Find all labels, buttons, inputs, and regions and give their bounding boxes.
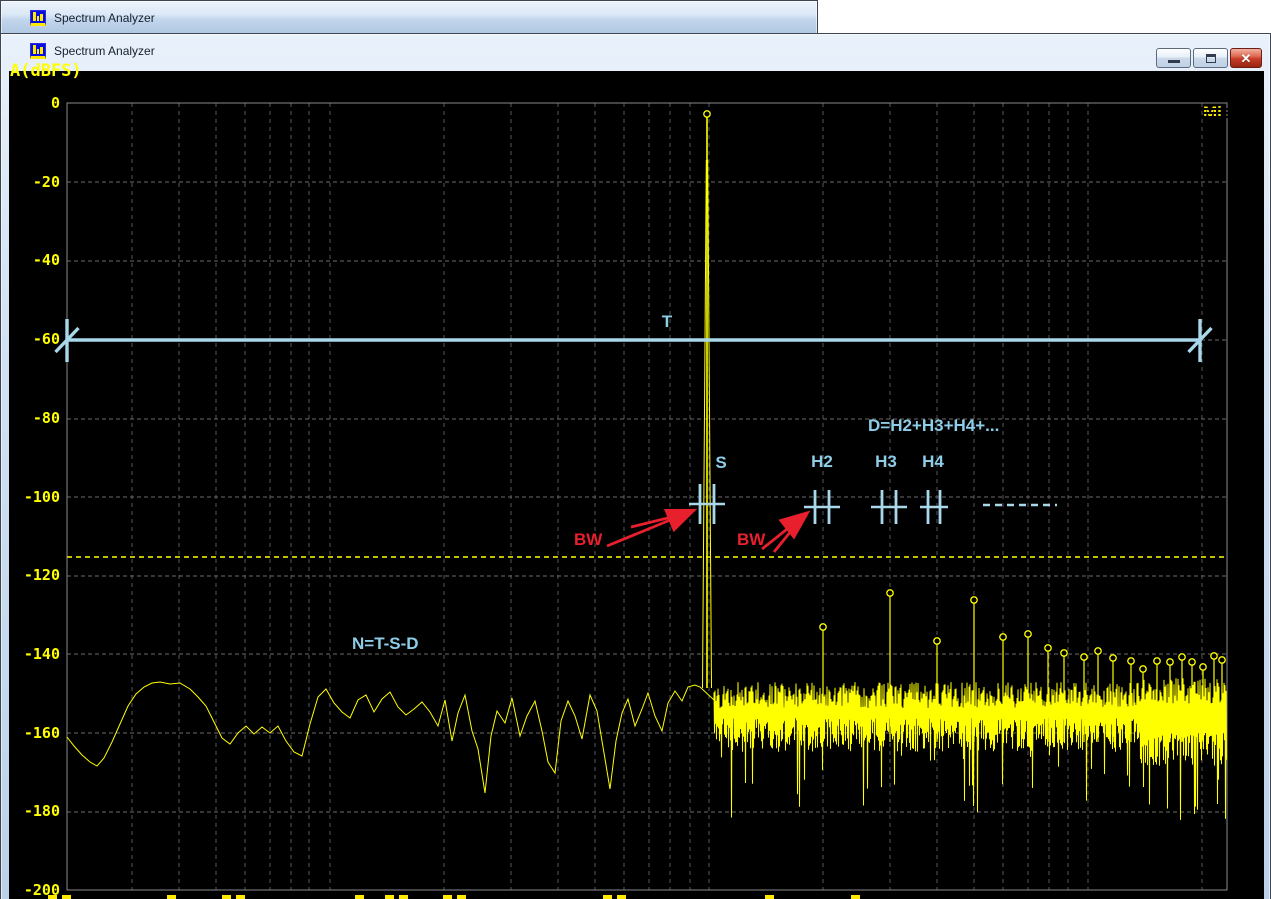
logo-stripe	[1203, 108, 1229, 110]
label-BW-right: BW	[737, 530, 765, 550]
y-tick-label: -100	[8, 488, 60, 506]
y-tick-label: 0	[8, 94, 60, 112]
y-tick-label: -180	[8, 802, 60, 820]
y-tick-label: -160	[8, 724, 60, 742]
mi-logo: Mi	[1203, 103, 1233, 123]
label-H4: H4	[917, 452, 949, 472]
x-axis-label-stub	[355, 895, 364, 899]
x-axis-label-stub	[399, 895, 408, 899]
x-axis-label-stub	[167, 895, 176, 899]
y-axis-title: A(dBFS)	[10, 61, 82, 81]
x-axis-label-stub	[457, 895, 466, 899]
x-axis-label-stub	[222, 895, 231, 899]
x-axis-label-stub	[617, 895, 626, 899]
y-tick-label: -140	[8, 645, 60, 663]
label-T: T	[656, 312, 678, 332]
x-axis-label-stub	[765, 895, 774, 899]
y-tick-label: -120	[8, 566, 60, 584]
label-BW-left: BW	[574, 530, 602, 550]
label-S: S	[710, 453, 732, 473]
x-axis-label-stub	[385, 895, 394, 899]
x-axis-label-stub	[443, 895, 452, 899]
x-axis-label-stub	[48, 895, 57, 899]
label-H3: H3	[870, 452, 902, 472]
y-tick-label: -20	[8, 173, 60, 191]
x-axis-label-stub	[851, 895, 860, 899]
y-tick-label: -80	[8, 409, 60, 427]
logo-stripe	[1203, 116, 1229, 118]
label-H2: H2	[806, 452, 838, 472]
screen: Spectrum Analyzer Spectrum Analyzer ✕ A(…	[0, 0, 1271, 899]
label-noise-formula: N=T-S-D	[352, 634, 419, 654]
y-tick-label: -40	[8, 251, 60, 269]
y-tick-label: -60	[8, 330, 60, 348]
logo-stripe	[1203, 112, 1229, 114]
x-axis-label-stub	[62, 895, 71, 899]
x-axis-label-stub	[603, 895, 612, 899]
spectrum-plot-canvas[interactable]	[0, 0, 1271, 899]
x-axis-label-stub	[236, 895, 245, 899]
label-distortion-formula: D=H2+H3+H4+...	[868, 416, 999, 436]
